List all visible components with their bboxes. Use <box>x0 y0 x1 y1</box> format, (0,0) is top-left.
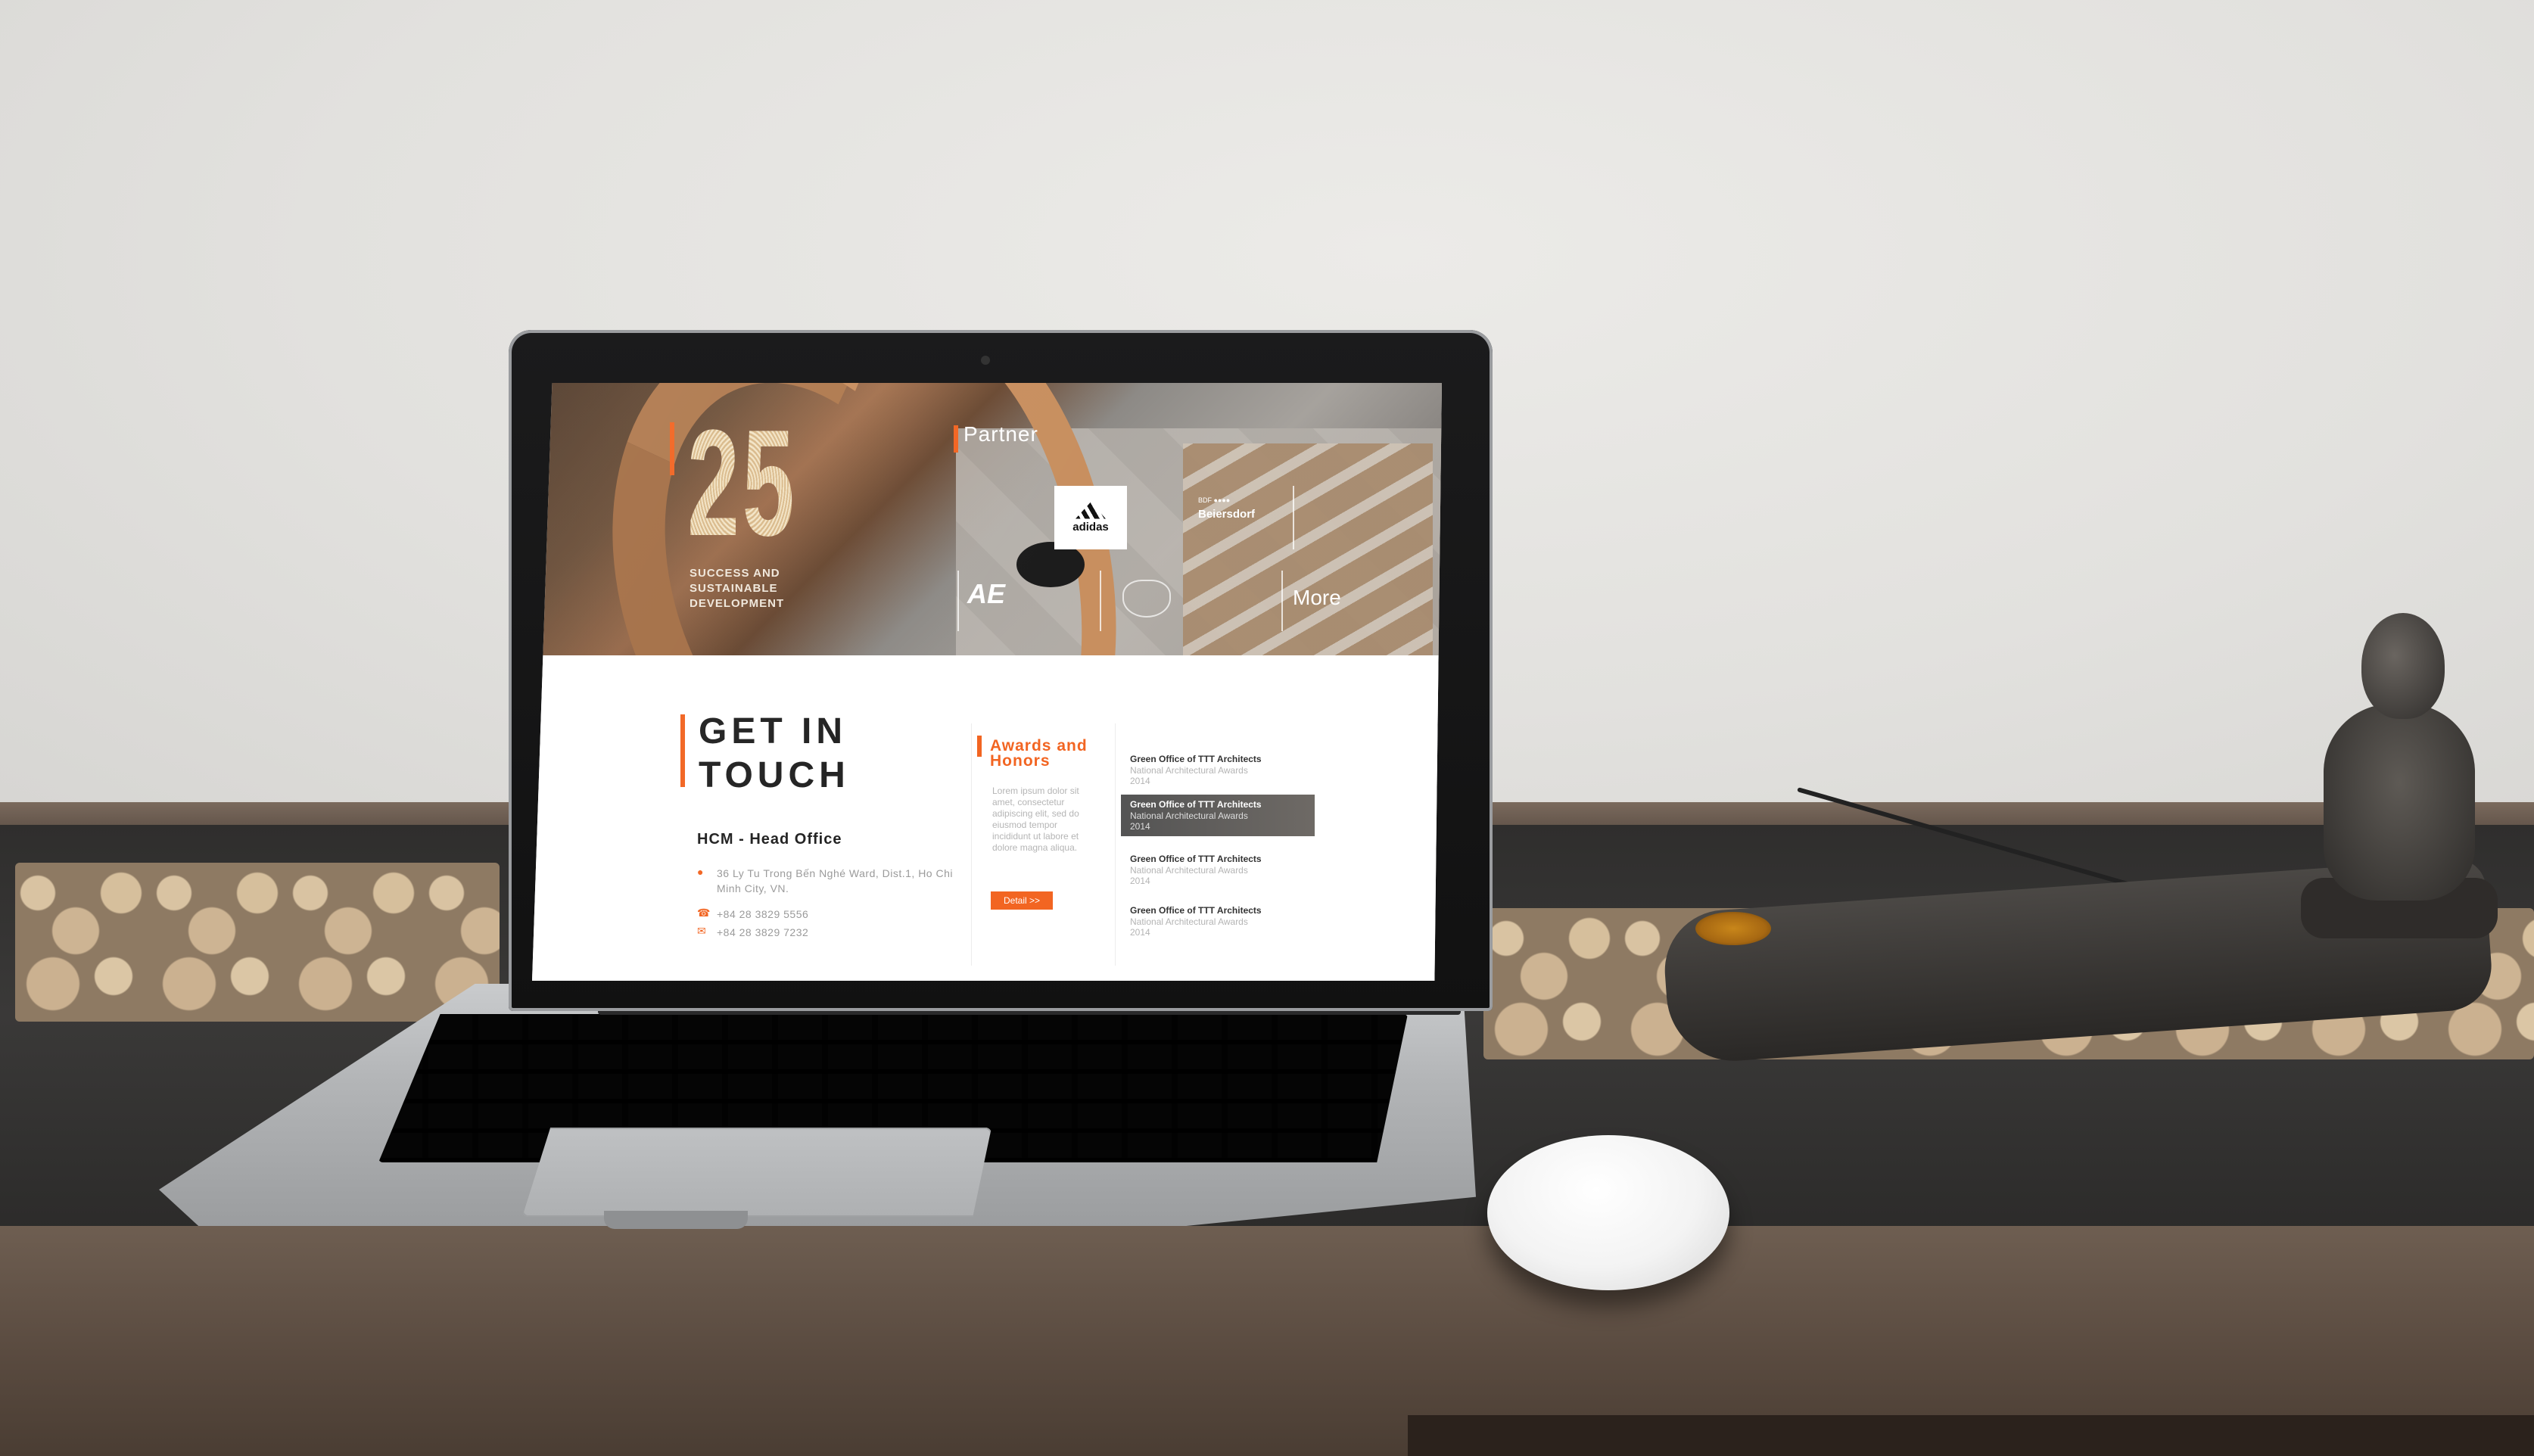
award-subtitle: National Architectural Awards <box>1130 765 1248 776</box>
award-subtitle: National Architectural Awards <box>1130 810 1248 821</box>
partner-logo-adidas[interactable]: adidas <box>1054 486 1127 549</box>
partner-divider <box>1281 571 1283 631</box>
award-item[interactable]: Green Office of TTT Architects National … <box>1130 854 1312 886</box>
partner-divider <box>957 571 959 631</box>
partner-logo-crest-icon[interactable] <box>1122 580 1171 618</box>
award-name: Green Office of TTT Architects <box>1130 754 1262 764</box>
contact-phone[interactable]: +84 28 3829 5556 <box>717 907 808 922</box>
office-title: HCM - Head Office <box>697 831 842 848</box>
award-year: 2014 <box>1130 821 1150 832</box>
anniversary-number: 25 <box>687 399 798 568</box>
column-divider <box>971 723 972 966</box>
buddha-statue-body <box>2324 704 2475 901</box>
partner-logo-beiersdorf[interactable]: Beiersdorf <box>1198 508 1255 521</box>
partner-heading: Partner <box>963 422 1038 446</box>
fax-icon: ✉ <box>697 925 706 937</box>
contact-phone-row[interactable]: ☎ +84 28 3829 5556 <box>697 907 808 922</box>
phone-icon: ☎ <box>697 907 711 919</box>
laptop-trackpad[interactable] <box>522 1128 991 1217</box>
laptop-screen: 25 SUCCESS AND SUSTAINABLE DEVELOPMENT P… <box>532 383 1442 981</box>
desk-gap <box>1408 1415 2534 1456</box>
award-item[interactable]: Green Office of TTT Architects National … <box>1130 754 1312 786</box>
content-section: GET IN TOUCH HCM - Head Office ● 36 Ly T… <box>532 655 1442 981</box>
partner-more-link[interactable]: More <box>1293 586 1341 610</box>
webcam-icon <box>981 356 990 365</box>
contact-fax: +84 28 3829 7232 <box>717 926 809 938</box>
award-subtitle: National Architectural Awards <box>1130 916 1248 927</box>
contact-address-row: ● 36 Ly Tu Trong Bến Nghé Ward, Dist.1, … <box>697 866 967 896</box>
awards-description: Lorem ipsum dolor sit amet, consectetur … <box>992 786 1079 853</box>
column-divider <box>1115 723 1116 966</box>
award-subtitle: National Architectural Awards <box>1130 865 1248 876</box>
adidas-stripes-icon <box>1076 502 1106 519</box>
partner-divider <box>1293 486 1294 549</box>
awards-title: Awards and Honors <box>990 737 1088 770</box>
wood-slice-mat-left <box>15 863 500 1022</box>
award-year: 2014 <box>1130 776 1150 786</box>
award-name: Green Office of TTT Architects <box>1130 854 1262 864</box>
hero-banner: 25 SUCCESS AND SUSTAINABLE DEVELOPMENT P… <box>532 383 1442 655</box>
awards-accent-bar <box>977 736 982 757</box>
award-year: 2014 <box>1130 927 1150 938</box>
detail-button[interactable]: Detail >> <box>991 891 1053 910</box>
award-item[interactable]: Green Office of TTT Architects National … <box>1130 905 1312 938</box>
partner-divider <box>1100 571 1101 631</box>
incense-cup <box>1695 912 1771 945</box>
partner-logo-label: adidas <box>1072 520 1109 534</box>
award-item-active[interactable]: Green Office of TTT Architects National … <box>1121 795 1315 836</box>
award-name: Green Office of TTT Architects <box>1130 799 1262 810</box>
hero-tagline: SUCCESS AND SUSTAINABLE DEVELOPMENT <box>690 567 785 610</box>
contact-address: 36 Ly Tu Trong Bến Nghé Ward, Dist.1, Ho… <box>717 867 953 894</box>
partner-accent-bar <box>954 425 958 453</box>
magic-mouse[interactable] <box>1487 1135 1729 1290</box>
hero-accent-bar <box>670 422 674 475</box>
partner-logo-beiersdorf-mark: BDF ●●●● <box>1198 496 1231 504</box>
contact-title: GET IN TOUCH <box>699 711 850 795</box>
award-year: 2014 <box>1130 876 1150 886</box>
map-pin-icon: ● <box>697 866 704 878</box>
partner-logo-ae[interactable]: AE <box>967 578 1005 610</box>
buddha-statue-head <box>2361 613 2445 719</box>
contact-accent-bar <box>680 714 685 787</box>
hero-stairs-texture <box>1183 443 1433 655</box>
laptop-notch <box>604 1211 748 1229</box>
award-name: Green Office of TTT Architects <box>1130 905 1262 916</box>
contact-fax-row: ✉ +84 28 3829 7232 <box>697 925 808 940</box>
